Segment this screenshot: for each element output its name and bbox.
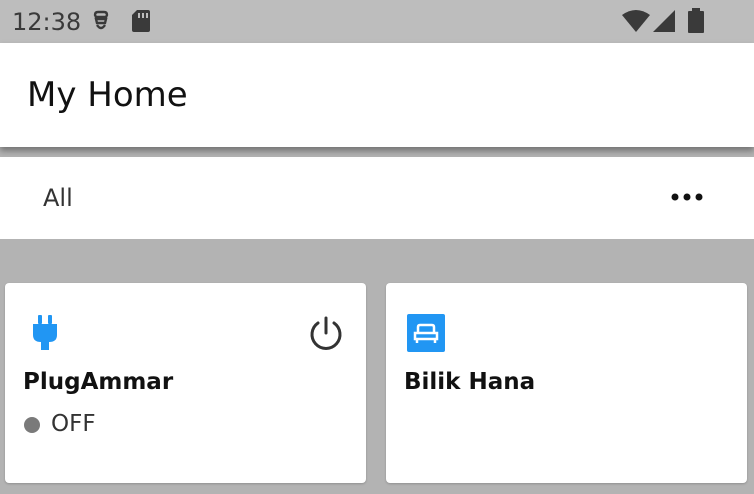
cellular-signal-icon <box>653 10 675 32</box>
room-filter-all[interactable]: All <box>43 184 73 212</box>
more-horizontal-icon[interactable] <box>668 189 706 205</box>
app-bar: My Home <box>0 43 754 147</box>
device-name: PlugAmmar <box>23 369 174 395</box>
status-bar: 12:38 <box>0 0 754 43</box>
device-card-plug[interactable]: PlugAmmar OFF <box>5 283 366 483</box>
status-time: 12:38 <box>12 8 82 36</box>
device-status: OFF <box>51 411 96 437</box>
bed-icon <box>407 314 445 352</box>
room-filter-bar: All <box>0 157 754 239</box>
device-card-room[interactable]: Bilik Hana <box>386 283 747 483</box>
app-notification-icon <box>93 10 109 30</box>
page-title: My Home <box>27 75 188 115</box>
wifi-icon <box>622 10 650 32</box>
plug-icon <box>33 315 57 350</box>
status-indicator <box>24 417 40 433</box>
battery-icon <box>688 8 704 33</box>
device-name: Bilik Hana <box>404 369 536 395</box>
sd-card-icon <box>132 10 150 32</box>
power-icon[interactable] <box>307 315 345 353</box>
